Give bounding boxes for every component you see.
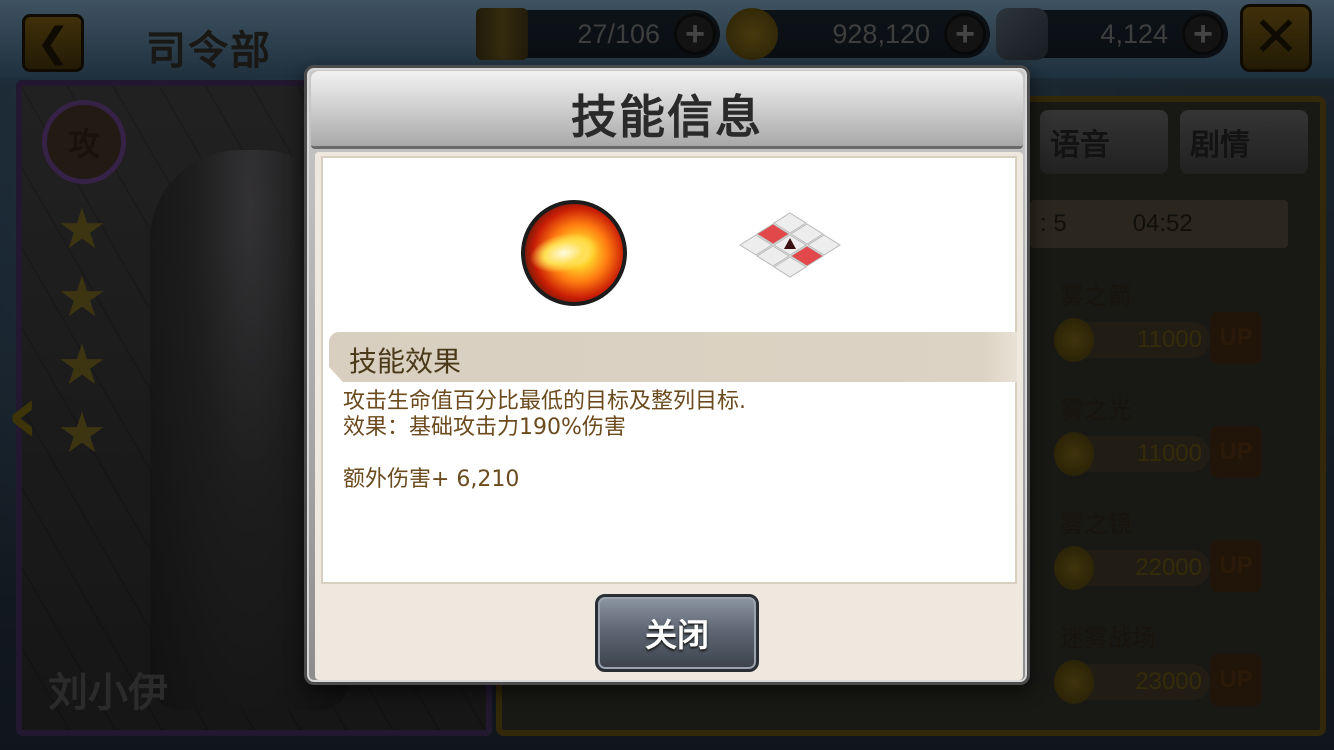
- skill-info-dialog: 技能信息 技能效果 攻击生命值百分比最低的目标及整列目标. 效果：基础攻击力19…: [304, 65, 1030, 685]
- close-button[interactable]: 关闭: [595, 594, 759, 672]
- attack-range-grid: [715, 206, 845, 316]
- extra-damage-text: 额外伤害+ 6,210: [343, 467, 520, 492]
- skill-effect-title: 技能效果: [349, 345, 462, 378]
- skill-description-line1: 攻击生命值百分比最低的目标及整列目标.: [343, 389, 746, 414]
- skill-description-line2: 效果：基础攻击力190%伤害: [343, 415, 626, 440]
- skill-effect-header: 技能效果: [329, 332, 1017, 382]
- dialog-header: 技能信息: [311, 71, 1023, 149]
- skill-content-frame: 技能效果 攻击生命值百分比最低的目标及整列目标. 效果：基础攻击力190%伤害 …: [321, 156, 1017, 584]
- range-grid-icon: [739, 212, 841, 278]
- fire-burst-skill-icon: [521, 200, 627, 306]
- dialog-title: 技能信息: [571, 90, 763, 144]
- dialog-body: 技能效果 攻击生命值百分比最低的目标及整列目标. 效果：基础攻击力190%伤害 …: [315, 152, 1023, 680]
